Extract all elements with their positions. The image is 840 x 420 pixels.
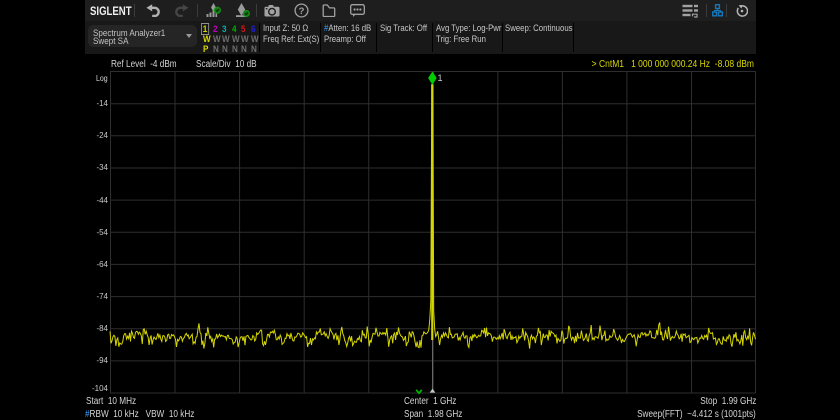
svg-text:1: 1 [438, 73, 443, 83]
